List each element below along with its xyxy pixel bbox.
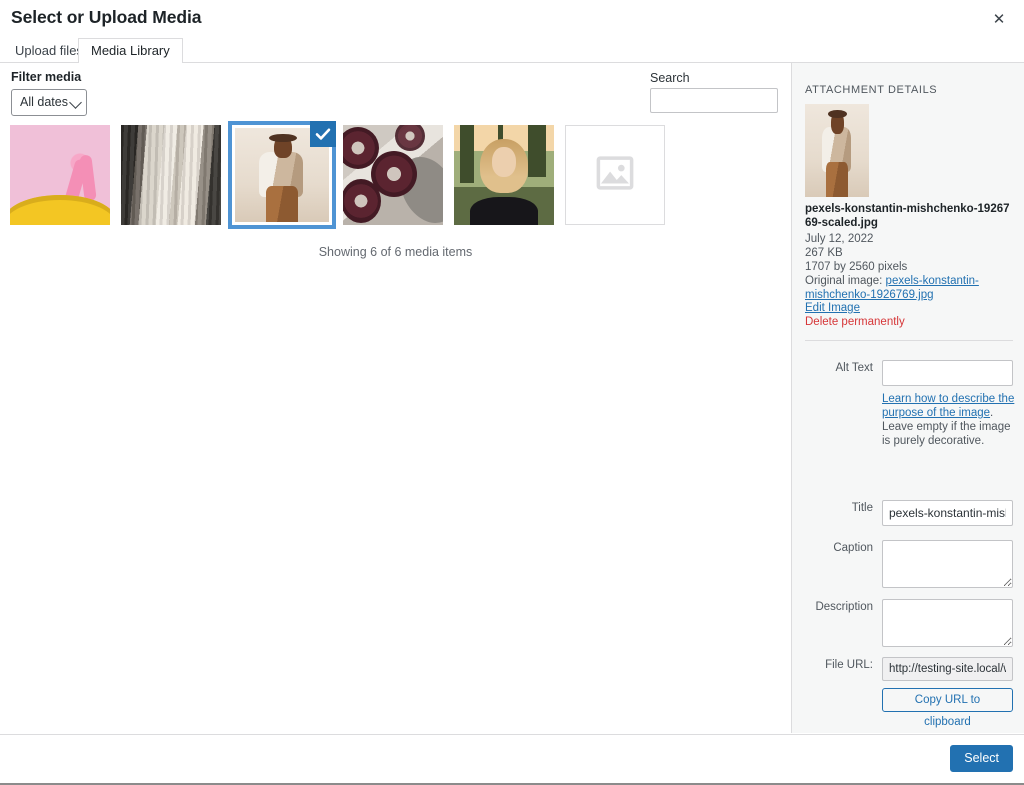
edit-image-link[interactable]: Edit Image (805, 302, 860, 314)
media-browser: Filter media All dates Search Showing 6 … (0, 63, 791, 733)
alt-text-label: Alt Text (835, 362, 874, 374)
thumbnail (343, 125, 443, 225)
thumbnail-art (10, 125, 110, 225)
thumbnail-art (121, 125, 221, 225)
modal-toolbar: Select (0, 734, 1024, 782)
close-icon[interactable]: ✕ (982, 4, 1016, 36)
media-item-5[interactable] (454, 125, 554, 225)
attachment-date: July 12, 2022 (805, 233, 874, 245)
select-button[interactable]: Select (950, 745, 1013, 772)
date-filter-value: All dates (20, 95, 68, 109)
thumbnail (565, 125, 665, 225)
tab-bar: Upload files Media Library (0, 38, 1024, 64)
title-input[interactable] (882, 500, 1013, 526)
attachment-thumbnail[interactable] (805, 104, 869, 197)
thumbnail-art (805, 104, 869, 197)
attachment-details-heading: ATTACHMENT DETAILS (805, 84, 938, 96)
media-item-2[interactable] (121, 125, 221, 225)
alt-text-input[interactable] (882, 360, 1013, 386)
attachment-filename: pexels-konstantin-mishchenko-1926769-sca… (805, 203, 1010, 229)
thumbnail (121, 125, 221, 225)
showing-count-text: Showing 6 of 6 media items (318, 245, 473, 259)
filter-media-label: Filter media (11, 70, 82, 84)
chevron-down-icon (69, 96, 82, 109)
media-item-6[interactable] (565, 125, 665, 225)
title-label: Title (851, 502, 873, 514)
thumbnail (10, 125, 110, 225)
caption-textarea[interactable] (882, 540, 1013, 588)
media-item-4[interactable] (343, 125, 443, 225)
file-url-label: File URL: (825, 659, 873, 671)
thumbnail (454, 125, 554, 225)
search-label: Search (650, 71, 690, 85)
modal-title-bar: Select or Upload Media ✕ (0, 0, 1024, 40)
attachment-filesize: 267 KB (805, 247, 843, 259)
delete-permanently-link[interactable]: Delete permanently (805, 316, 905, 328)
thumbnail-art (343, 125, 443, 225)
media-item-1[interactable] (10, 125, 110, 225)
original-image-label: Original image: (805, 275, 883, 287)
date-filter-select[interactable]: All dates (11, 89, 87, 116)
check-icon[interactable] (310, 121, 336, 147)
attachment-original-image: Original image: pexels-konstantin-mishch… (805, 274, 1015, 302)
description-label: Description (815, 601, 873, 613)
media-item-3[interactable] (228, 121, 336, 229)
caption-label: Caption (833, 542, 873, 554)
alt-text-help: Learn how to describe the purpose of the… (882, 392, 1018, 448)
media-modal: Select or Upload Media ✕ Upload files Me… (0, 0, 1024, 785)
search-input[interactable] (650, 88, 778, 113)
copy-url-button[interactable]: Copy URL to clipboard (882, 688, 1013, 728)
divider (805, 340, 1013, 341)
alt-text-help-link[interactable]: Learn how to describe the purpose of the… (882, 393, 1014, 419)
tab-media-library[interactable]: Media Library (78, 38, 183, 64)
file-url-input[interactable] (882, 657, 1013, 681)
attachment-details-panel: ATTACHMENT DETAILS pexels-konstantin-mis… (791, 63, 1024, 733)
thumbnail-art (454, 125, 554, 225)
image-placeholder-icon (594, 152, 636, 199)
attachment-dimensions: 1707 by 2560 pixels (805, 261, 908, 273)
page-title: Select or Upload Media (11, 7, 202, 27)
description-textarea[interactable] (882, 599, 1013, 647)
